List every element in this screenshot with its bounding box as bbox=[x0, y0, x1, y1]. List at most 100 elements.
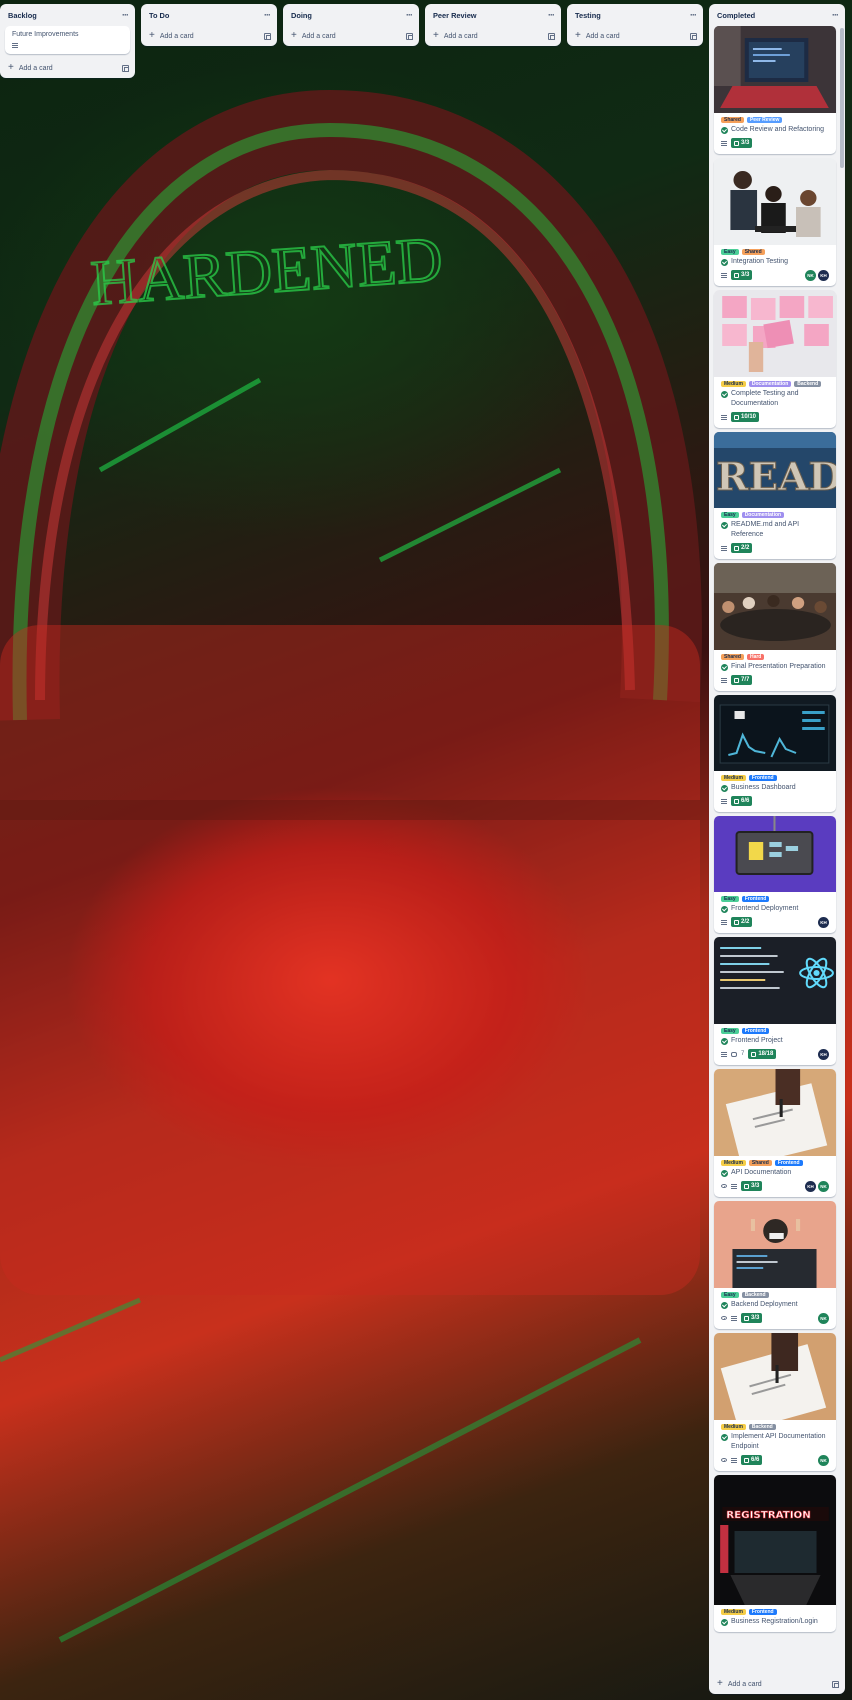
label-easy[interactable]: Easy bbox=[721, 249, 739, 255]
card-title-text: README.md and API Reference bbox=[731, 521, 800, 538]
list-title[interactable]: Completed bbox=[717, 11, 755, 20]
list-menu-icon[interactable]: ··· bbox=[548, 10, 555, 20]
card-members: NK bbox=[818, 1454, 829, 1466]
label-shared[interactable]: Shared bbox=[748, 1160, 772, 1166]
list-menu-icon[interactable]: ··· bbox=[406, 10, 413, 20]
create-from-template-icon[interactable] bbox=[690, 32, 697, 40]
member-avatar[interactable]: NK bbox=[818, 1454, 829, 1466]
label-medium[interactable]: Medium bbox=[721, 1609, 746, 1615]
label-backend[interactable]: Backend bbox=[748, 1424, 776, 1430]
label-easy[interactable]: Easy bbox=[721, 896, 739, 902]
member-avatar[interactable]: KH bbox=[818, 1048, 829, 1060]
list-title[interactable]: Peer Review bbox=[433, 11, 477, 20]
label-medium[interactable]: Medium bbox=[721, 381, 746, 387]
create-from-template-icon[interactable] bbox=[122, 64, 129, 72]
card-readme-md-and-api-reference[interactable]: READ Easy Documentation README.md and API R… bbox=[714, 432, 836, 559]
checklist-badge: 3/3 bbox=[741, 1313, 763, 1323]
card-final-presentation-preparation[interactable]: Shared Hard Final Presentation Preparation… bbox=[714, 563, 836, 691]
create-from-template-icon[interactable] bbox=[406, 32, 413, 40]
checklist-icon bbox=[751, 1051, 757, 1057]
list-menu-icon[interactable]: ··· bbox=[122, 10, 129, 20]
list-menu-icon[interactable]: ··· bbox=[832, 10, 839, 20]
complete-check-icon[interactable] bbox=[721, 521, 728, 529]
add-card-button[interactable]: + Add a card bbox=[141, 26, 277, 46]
member-avatar[interactable]: KH bbox=[805, 1180, 816, 1192]
label-frontend[interactable]: Frontend bbox=[741, 896, 770, 902]
checklist-badge: 6/6 bbox=[741, 1455, 763, 1465]
add-card-button[interactable]: + Add a card bbox=[425, 26, 561, 46]
list-menu-icon[interactable]: ··· bbox=[690, 10, 697, 20]
card-future-improvements[interactable]: Future Improvements bbox=[5, 26, 130, 54]
member-avatar[interactable]: KH bbox=[818, 269, 829, 281]
member-avatar[interactable]: KH bbox=[818, 916, 829, 928]
label-documentation[interactable]: Documentation bbox=[741, 512, 785, 518]
list-menu-icon[interactable]: ··· bbox=[264, 10, 271, 20]
list-scrollbar[interactable] bbox=[840, 28, 844, 1680]
add-card-button[interactable]: + Add a card bbox=[709, 1674, 845, 1694]
card-business-registration-login[interactable]: REGISTRATION Medium Frontend Business Regis… bbox=[714, 1475, 836, 1632]
checklist-count: 3/3 bbox=[751, 1315, 760, 1321]
card-complete-testing-and-documentation[interactable]: Medium Documentation Backend Complete Testi… bbox=[714, 290, 836, 428]
complete-check-icon[interactable] bbox=[721, 1169, 728, 1177]
description-icon bbox=[721, 414, 727, 420]
complete-check-icon[interactable] bbox=[721, 1301, 728, 1309]
card-code-review-and-refactoring[interactable]: Shared Peer Review Code Review and Refacto… bbox=[714, 26, 836, 154]
create-from-template-icon[interactable] bbox=[832, 1680, 839, 1688]
card-backend-deployment[interactable]: Easy Backend Backend Deployment 3/3 NK bbox=[714, 1201, 836, 1329]
complete-check-icon[interactable] bbox=[721, 784, 728, 792]
member-avatar[interactable]: NK bbox=[818, 1180, 829, 1192]
checklist-badge: 7/7 bbox=[731, 675, 753, 685]
card-frontend-project[interactable]: Easy Frontend Frontend Project 7 18/18 KH bbox=[714, 937, 836, 1065]
add-card-button[interactable]: + Add a card bbox=[567, 26, 703, 46]
complete-check-icon[interactable] bbox=[721, 126, 728, 134]
complete-check-icon[interactable] bbox=[721, 905, 728, 913]
card-badges: 10/10 bbox=[721, 411, 829, 423]
checklist-icon bbox=[734, 414, 739, 420]
checklist-icon bbox=[734, 140, 739, 146]
label-easy[interactable]: Easy bbox=[721, 1292, 739, 1298]
label-easy[interactable]: Easy bbox=[721, 1028, 739, 1034]
label-peer-review[interactable]: Peer Review bbox=[746, 117, 783, 123]
label-frontend[interactable]: Frontend bbox=[774, 1160, 803, 1166]
add-card-button[interactable]: + Add a card bbox=[0, 58, 135, 78]
label-documentation[interactable]: Documentation bbox=[748, 381, 792, 387]
label-shared[interactable]: Shared bbox=[721, 117, 744, 123]
complete-check-icon[interactable] bbox=[721, 1618, 728, 1626]
complete-check-icon[interactable] bbox=[721, 663, 728, 671]
complete-check-icon[interactable] bbox=[721, 1433, 728, 1441]
list-title[interactable]: Testing bbox=[575, 11, 601, 20]
label-hard[interactable]: Hard bbox=[746, 654, 765, 660]
label-medium[interactable]: Medium bbox=[721, 1160, 746, 1166]
complete-check-icon[interactable] bbox=[721, 258, 728, 266]
label-frontend[interactable]: Frontend bbox=[748, 1609, 777, 1615]
member-avatar[interactable]: NK bbox=[818, 1312, 829, 1324]
list-title[interactable]: Doing bbox=[291, 11, 312, 20]
complete-check-icon[interactable] bbox=[721, 390, 728, 398]
label-shared[interactable]: Shared bbox=[721, 654, 744, 660]
comment-count: 7 bbox=[741, 1051, 745, 1057]
list-peer-review: Peer Review ··· + Add a card bbox=[425, 4, 561, 46]
member-avatar[interactable]: NK bbox=[805, 269, 816, 281]
card-business-dashboard[interactable]: Medium Frontend Business Dashboard 6/6 bbox=[714, 695, 836, 812]
label-backend[interactable]: Backend bbox=[741, 1292, 769, 1298]
card-integration-testing[interactable]: Easy Shared Integration Testing 3/3 NK KH bbox=[714, 158, 836, 286]
create-from-template-icon[interactable] bbox=[548, 32, 555, 40]
card-cover-image bbox=[714, 563, 836, 650]
label-frontend[interactable]: Frontend bbox=[741, 1028, 770, 1034]
scrollbar-thumb[interactable] bbox=[840, 28, 844, 168]
add-card-button[interactable]: + Add a card bbox=[283, 26, 419, 46]
complete-check-icon[interactable] bbox=[721, 1037, 728, 1045]
card-title: README.md and API Reference bbox=[721, 520, 829, 540]
card-implement-api-documentation-endpoint[interactable]: Medium Backend Implement API Documentation… bbox=[714, 1333, 836, 1471]
label-backend[interactable]: Backend bbox=[794, 381, 822, 387]
card-frontend-deployment[interactable]: Easy Frontend Frontend Deployment 2/2 KH bbox=[714, 816, 836, 933]
create-from-template-icon[interactable] bbox=[264, 32, 271, 40]
label-frontend[interactable]: Frontend bbox=[748, 775, 777, 781]
list-title[interactable]: To Do bbox=[149, 11, 169, 20]
label-shared[interactable]: Shared bbox=[741, 249, 765, 255]
label-easy[interactable]: Easy bbox=[721, 512, 739, 518]
card-api-documentation[interactable]: Medium Shared Frontend API Documentation 3/3… bbox=[714, 1069, 836, 1197]
label-medium[interactable]: Medium bbox=[721, 775, 746, 781]
list-title[interactable]: Backlog bbox=[8, 11, 37, 20]
label-medium[interactable]: Medium bbox=[721, 1424, 746, 1430]
